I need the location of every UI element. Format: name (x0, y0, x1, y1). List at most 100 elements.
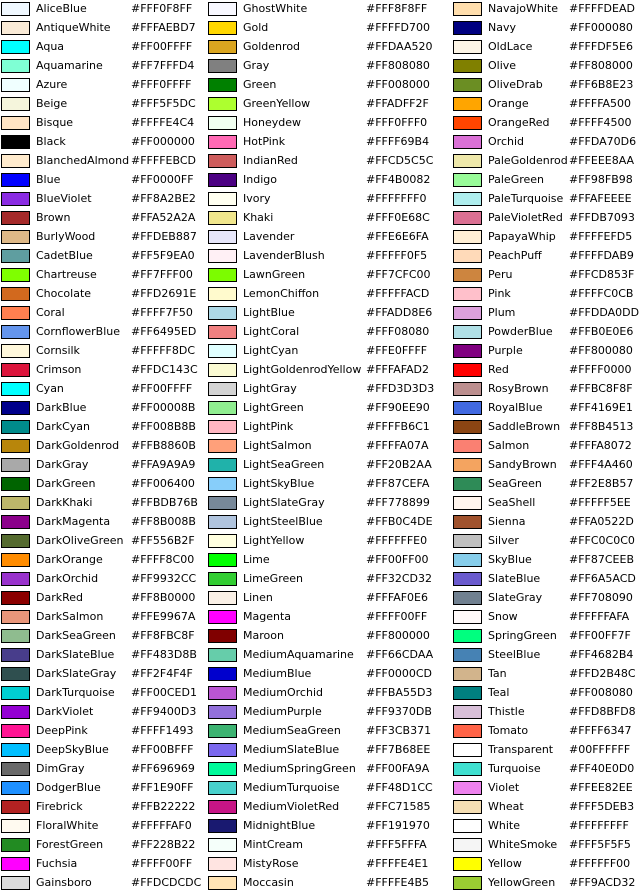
color-swatch (1, 306, 30, 320)
color-hex-value: #FF000000 (131, 135, 195, 148)
color-hex-value: #FF32CD32 (366, 572, 433, 585)
color-hex-value: #FFDCDCDC (131, 876, 202, 889)
color-name: PaleGoldenrod (488, 154, 568, 167)
color-hex-value: #FFFFEFD5 (569, 230, 633, 243)
color-name: LightCoral (243, 325, 300, 338)
color-name: DarkViolet (36, 705, 94, 718)
color-name: DarkOrange (36, 553, 103, 566)
color-swatch (208, 59, 237, 73)
color-name: DimGray (36, 762, 85, 775)
color-swatch (453, 78, 482, 92)
color-swatch (208, 401, 237, 415)
color-hex-value: #FF9400D3 (131, 705, 197, 718)
color-name: SkyBlue (488, 553, 532, 566)
color-hex-value: #FFFFE4B5 (366, 876, 430, 889)
color-name: LemonChiffon (243, 287, 320, 300)
color-swatch (453, 325, 482, 339)
color-hex-value: #FFBC8F8F (569, 382, 633, 395)
color-hex-value: #FF00FA9A (366, 762, 430, 775)
color-swatch (208, 135, 237, 149)
color-swatch (453, 192, 482, 206)
color-hex-value: #FF800080 (569, 344, 633, 357)
color-name: Gray (243, 59, 270, 72)
color-hex-value: #FF6A5ACD (569, 572, 636, 585)
color-hex-value: #FFFFFAFA (569, 610, 630, 623)
color-name: Violet (488, 781, 520, 794)
color-swatch (1, 458, 30, 472)
color-swatch (453, 268, 482, 282)
color-name: GhostWhite (243, 2, 308, 15)
color-hex-value: #FFF5DEB3 (569, 800, 635, 813)
color-hex-value: #FFA52A2A (131, 211, 196, 224)
color-swatch (208, 876, 237, 890)
color-hex-value: #FF0000CD (366, 667, 433, 680)
color-hex-value: #FFFF69B4 (366, 135, 430, 148)
color-hex-value: #FFFFFFE0 (366, 534, 428, 547)
color-hex-value: #FF6B8E23 (569, 78, 634, 91)
color-swatch (453, 610, 482, 624)
color-hex-value: #FFFFDAB9 (569, 249, 634, 262)
color-hex-value: #FF00FFFF (131, 382, 193, 395)
color-swatch (1, 724, 30, 738)
color-name: DarkGreen (36, 477, 96, 490)
color-hex-value: #FFF5F5DC (131, 97, 196, 110)
color-swatch (453, 249, 482, 263)
color-hex-value: #FF87CEEB (569, 553, 634, 566)
color-swatch (453, 648, 482, 662)
color-hex-value: #FF483D8B (131, 648, 197, 661)
color-swatch (1, 515, 30, 529)
color-hex-value: #FF9932CC (131, 572, 197, 585)
color-name: Thistle (488, 705, 525, 718)
color-name: Maroon (243, 629, 284, 642)
color-name: DarkBlue (36, 401, 87, 414)
color-name: Tan (488, 667, 507, 680)
color-swatch (208, 192, 237, 206)
color-swatch (453, 135, 482, 149)
color-name: DarkMagenta (36, 515, 111, 528)
color-swatch (453, 306, 482, 320)
color-name: Brown (36, 211, 71, 224)
color-swatch (1, 610, 30, 624)
color-hex-value: #FF00FF00 (366, 553, 429, 566)
color-swatch (453, 553, 482, 567)
color-hex-value: #FFFFA500 (569, 97, 632, 110)
color-hex-value: #FFFFFAF0 (131, 819, 192, 832)
color-swatch (453, 40, 482, 54)
color-hex-value: #FFFFA07A (366, 439, 429, 452)
color-name: BlueViolet (36, 192, 92, 205)
color-hex-value: #FFC71585 (366, 800, 431, 813)
color-name: MediumSeaGreen (243, 724, 341, 737)
color-swatch (453, 857, 482, 871)
color-swatch (208, 21, 237, 35)
color-name: AntiqueWhite (36, 21, 111, 34)
color-swatch (453, 534, 482, 548)
color-name: CadetBlue (36, 249, 93, 262)
color-hex-value: #FFC0C0C0 (569, 534, 635, 547)
color-name: IndianRed (243, 154, 298, 167)
color-hex-value: #FF8A2BE2 (131, 192, 196, 205)
color-name: BlanchedAlmond (36, 154, 130, 167)
color-hex-value: #FFF0FFFF (131, 78, 192, 91)
color-name: LightSkyBlue (243, 477, 315, 490)
color-swatch (208, 838, 237, 852)
color-hex-value: #FFFFDEAD (569, 2, 635, 15)
color-swatch (453, 116, 482, 130)
color-name: Aquamarine (36, 59, 103, 72)
color-name: Indigo (243, 173, 277, 186)
color-swatch (453, 97, 482, 111)
color-name: Moccasin (243, 876, 294, 889)
color-swatch (208, 306, 237, 320)
color-swatch (208, 477, 237, 491)
color-hex-value: #FFDDA0DD (569, 306, 640, 319)
color-name: Lavender (243, 230, 295, 243)
color-hex-value: #FFB8860B (131, 439, 196, 452)
color-hex-value: #FFFFFF00 (569, 857, 631, 870)
color-hex-value: #FF800000 (366, 629, 430, 642)
color-name: DodgerBlue (36, 781, 101, 794)
color-swatch (1, 230, 30, 244)
color-swatch (1, 553, 30, 567)
color-hex-value: #FFFF00FF (366, 610, 428, 623)
color-swatch (453, 724, 482, 738)
color-swatch (453, 59, 482, 73)
color-name: Olive (488, 59, 517, 72)
